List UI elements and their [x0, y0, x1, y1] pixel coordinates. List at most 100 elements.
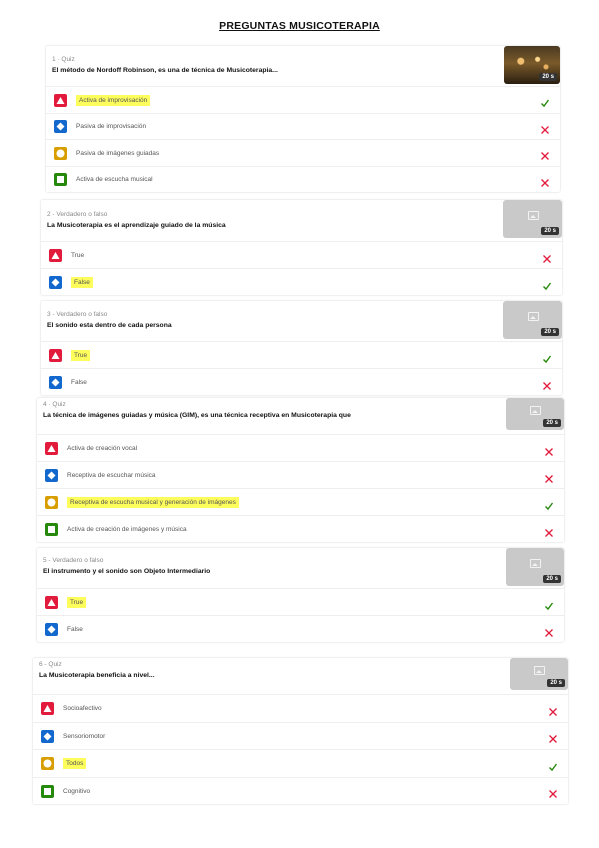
image-placeholder: 20 s	[510, 658, 568, 690]
diamond-icon	[45, 623, 58, 636]
answer-row: Activa de improvisación	[46, 86, 560, 114]
question-card: 3 - Verdadero o falso El sonido esta dent…	[41, 301, 562, 395]
question-card: 1 · Quiz El método de Nordoff Robinson, e…	[46, 46, 560, 192]
answer-row: Sensoriomotor	[33, 721, 568, 751]
answer-row: Receptiva de escucha musical y generació…	[37, 488, 564, 516]
correct-check-icon	[548, 759, 558, 771]
answer-row: True	[37, 588, 564, 616]
time-limit-badge: 20 s	[543, 419, 561, 427]
answer-text: Activa de escucha musical	[76, 176, 153, 184]
answer-text: Socioafectivo	[63, 705, 102, 713]
question-card: 5 - Verdadero o falso El instrumento y el…	[37, 548, 564, 642]
triangle-icon	[45, 442, 58, 455]
incorrect-x-icon	[544, 444, 554, 456]
answer-text: Pasiva de improvisación	[76, 123, 147, 131]
answer-text: Activa de creación de imágenes y música	[67, 526, 187, 533]
incorrect-x-icon	[544, 471, 554, 483]
correct-check-icon	[540, 95, 550, 108]
image-icon	[530, 559, 541, 568]
question-card: 4 · Quiz La técnica de imágenes guiadas y…	[37, 398, 564, 542]
time-limit-badge: 20 s	[539, 73, 557, 81]
incorrect-x-icon	[540, 175, 550, 187]
answer-row: Pasiva de improvisación	[46, 112, 560, 141]
incorrect-x-icon	[540, 148, 550, 161]
time-limit-badge: 20 s	[541, 227, 559, 235]
image-icon	[530, 406, 541, 415]
image-placeholder: 20 s	[506, 548, 564, 586]
answer-text: False	[71, 379, 87, 386]
answer-row: Pasiva de imágenes guiadas	[46, 139, 560, 167]
answer-label: True	[71, 349, 91, 362]
question-text: El método de Nordoff Robinson, es una de…	[52, 67, 278, 74]
triangle-icon	[49, 349, 62, 362]
answer-label: Activa de creación vocal	[67, 442, 137, 455]
image-icon	[527, 312, 539, 321]
answer-label: Pasiva de imágenes guiadas	[76, 147, 159, 160]
answer-label: True	[71, 249, 84, 262]
answer-row: Activa de escucha musical	[46, 165, 560, 194]
triangle-icon	[45, 596, 58, 609]
answer-label: True	[67, 596, 87, 609]
answer-row: Activa de creación vocal	[37, 434, 564, 462]
diamond-icon	[49, 276, 62, 289]
square-icon	[45, 523, 58, 536]
incorrect-x-icon	[542, 378, 552, 390]
question-text: El instrumento y el sonido son Objeto In…	[43, 568, 211, 575]
answer-text: False	[71, 277, 93, 288]
question-type-label: 3 - Verdadero o falso	[47, 311, 108, 318]
answer-label: Todos	[63, 757, 87, 770]
answer-text: True	[71, 350, 91, 361]
answer-row: False	[41, 268, 562, 296]
answer-row: False	[41, 368, 562, 396]
answer-text: Todos	[63, 758, 87, 770]
correct-check-icon	[542, 278, 552, 290]
answer-row: True	[41, 341, 562, 369]
answer-text: Activa de creación vocal	[67, 445, 138, 452]
question-text: La Musicoterapia es el aprendizaje guiad…	[47, 222, 226, 229]
image-placeholder: 20 s	[503, 301, 562, 339]
triangle-icon	[41, 702, 54, 716]
correct-check-icon	[544, 498, 554, 510]
incorrect-x-icon	[542, 251, 552, 263]
incorrect-x-icon	[544, 525, 554, 537]
incorrect-x-icon	[548, 704, 558, 716]
diamond-icon	[41, 729, 54, 743]
answer-label: Activa de creación de imágenes y música	[67, 523, 187, 536]
question-text: La Musicoterapia beneficia a nivel...	[39, 672, 155, 679]
circle-icon	[41, 757, 54, 771]
square-icon	[41, 784, 54, 798]
question-text: La técnica de imágenes guiadas y música …	[43, 412, 351, 419]
answer-text: True	[67, 597, 87, 608]
question-card: 2 - Verdadero o falso La Musicoterapia es…	[41, 200, 562, 295]
circle-icon	[45, 496, 58, 509]
answer-label: Receptiva de escuchar música	[67, 469, 156, 482]
answer-row: Cognitivo	[33, 776, 568, 806]
answer-label: Receptiva de escucha musical y generació…	[67, 496, 239, 509]
correct-check-icon	[544, 598, 554, 610]
answer-row: Socioafectivo	[33, 694, 568, 723]
image-icon	[527, 211, 539, 220]
answer-label: Socioafectivo	[63, 702, 102, 715]
answer-text: Cognitivo	[63, 787, 91, 795]
answer-text: Pasiva de imágenes guiadas	[76, 149, 160, 157]
time-limit-badge: 20 s	[541, 328, 559, 336]
image-placeholder: 20 s	[506, 398, 564, 430]
image-placeholder: 20 s	[503, 200, 562, 238]
triangle-icon	[49, 249, 62, 262]
square-icon	[54, 173, 67, 187]
answer-label: Cognitivo	[63, 785, 90, 798]
answer-label: Pasiva de improvisación	[76, 120, 146, 133]
question-type-label: 4 · Quiz	[43, 401, 66, 408]
answer-row: Receptiva de escuchar música	[37, 461, 564, 489]
answer-label: False	[71, 276, 93, 289]
question-type-label: 1 · Quiz	[52, 56, 75, 63]
incorrect-x-icon	[548, 786, 558, 799]
circle-icon	[54, 146, 67, 160]
triangle-icon	[54, 93, 67, 107]
answer-text: True	[71, 252, 85, 259]
question-image: 20 s	[504, 46, 560, 84]
answer-label: False	[71, 376, 87, 389]
answer-row: False	[37, 615, 564, 643]
answer-text: Receptiva de escucha musical y generació…	[67, 497, 239, 508]
question-type-label: 6 - Quiz	[39, 661, 62, 668]
